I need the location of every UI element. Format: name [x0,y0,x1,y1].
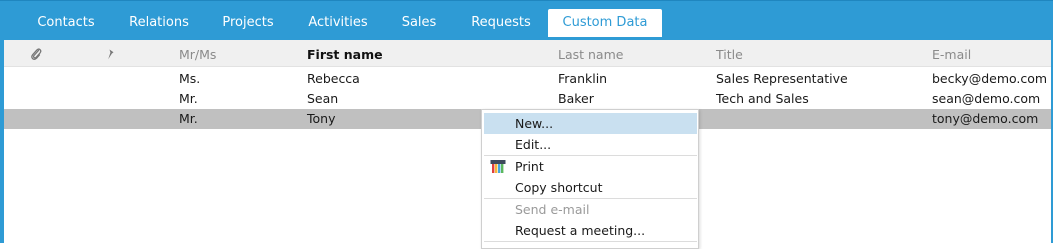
cell-first-name: Rebecca [307,71,360,86]
cell-salutation: Mr. [179,111,198,126]
cell-first-name: Sean [307,91,339,106]
menu-item-request-meeting[interactable]: Request a meeting... [484,220,697,241]
tab-custom-data[interactable]: Custom Data [548,9,662,37]
print-icon [490,160,506,173]
column-header-email[interactable]: E-mail [932,40,971,67]
cell-salutation: Mr. [179,91,198,106]
column-header-salutation[interactable]: Mr/Ms [179,40,216,67]
paperclip-icon[interactable] [29,47,43,61]
menu-item-edit[interactable]: Edit... [484,134,697,155]
menu-item-label: Edit... [515,137,552,152]
column-header-last-name[interactable]: Last name [558,40,623,67]
tab-contacts[interactable]: Contacts [22,9,110,37]
cell-first-name: Tony [307,111,336,126]
column-header-first-name[interactable]: First name [307,40,383,67]
column-header-title[interactable]: Title [716,40,743,67]
tab-requests[interactable]: Requests [458,9,544,37]
table-row[interactable]: Mr. Sean Baker Tech and Sales sean@demo.… [4,89,1051,109]
pushpin-icon[interactable] [104,47,118,61]
tab-relations[interactable]: Relations [116,9,202,37]
cell-title: Sales Representative [716,71,848,86]
grid-header: Mr/Ms First name Last name Title E-mail [4,40,1051,67]
menu-item-copy-shortcut[interactable]: Copy shortcut [484,177,697,198]
cell-last-name: Franklin [558,71,608,86]
menu-item-label: New... [515,116,554,131]
menu-separator [484,241,697,242]
menu-item-new[interactable]: New... [484,113,697,134]
tab-bar: Contacts Relations Projects Activities S… [0,0,1053,40]
cell-email: becky@demo.com [932,71,1048,86]
tab-sales[interactable]: Sales [388,9,450,37]
cell-title: Tech and Sales [716,91,809,106]
cell-last-name: Baker [558,91,594,106]
table-row[interactable]: Ms. Rebecca Franklin Sales Representativ… [4,69,1051,89]
tab-projects[interactable]: Projects [208,9,288,37]
menu-item-print[interactable]: Print [484,156,697,177]
menu-item-label: Copy shortcut [515,180,603,195]
context-menu: New... Edit... Print Copy shortcut Send … [481,109,699,249]
cell-email: tony@demo.com [932,111,1039,126]
menu-item-label: Request a meeting... [515,223,646,238]
menu-item-label: Print [515,159,544,174]
cell-salutation: Ms. [179,71,201,86]
menu-item-send-email: Send e-mail [484,199,697,220]
cell-email: sean@demo.com [932,91,1041,106]
menu-item-label: Send e-mail [515,202,590,217]
tab-activities[interactable]: Activities [296,9,380,37]
